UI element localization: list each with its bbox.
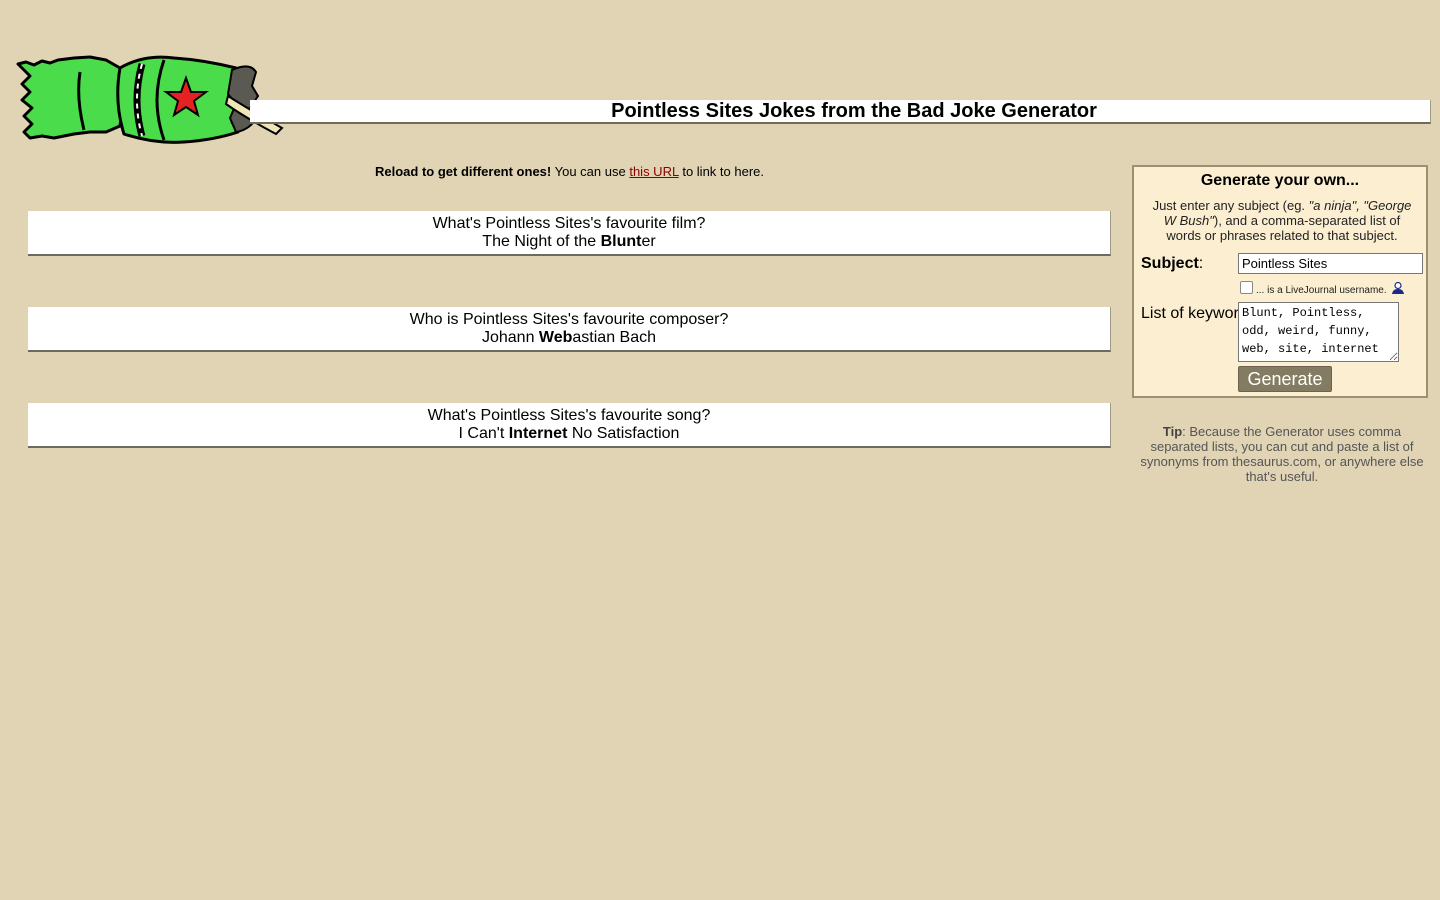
joke-answer: The Night of the Blunter [28,233,1110,251]
subject-input[interactable] [1238,253,1423,274]
page-title: Pointless Sites Jokes from the Bad Joke … [611,100,1097,122]
tip-body: : Because the Generator uses comma separ… [1140,424,1424,484]
generate-button[interactable]: Generate [1238,366,1332,392]
livejournal-user-icon [1391,281,1404,294]
joke-answer: Johann Webastian Bach [28,329,1110,347]
joke-box: What's Pointless Sites's favourite song?… [28,403,1111,448]
reload-text-after: to link to here. [682,164,764,179]
joke-answer-keyword: Blunt [600,233,642,250]
reload-text: You can use [554,164,626,179]
joke-box: Who is Pointless Sites's favourite compo… [28,307,1111,352]
joke-answer: I Can't Internet No Satisfaction [28,425,1110,443]
joke-box: What's Pointless Sites's favourite film?… [28,211,1111,256]
page-title-bar: Pointless Sites Jokes from the Bad Joke … [250,100,1431,124]
joke-answer-post: er [641,233,656,250]
tip-text: Tip: Because the Generator uses comma se… [1134,424,1430,484]
joke-answer-pre: The Night of the [482,233,601,250]
joke-answer-pre: Johann [481,329,539,346]
joke-answer-pre: I Can't [458,425,509,442]
tip-label: Tip [1162,424,1183,439]
livejournal-label: ... is a LiveJournal username. [1256,285,1387,296]
joke-answer-post: No Satisfaction [567,425,680,442]
joke-question: What's Pointless Sites's favourite song? [427,407,711,424]
generator-panel: Generate your own... Just enter any subj… [1132,165,1428,398]
joke-answer-keyword: Web [538,329,573,346]
keywords-textarea[interactable]: Blunt, Pointless, odd, weird, funny, web… [1238,302,1399,362]
subject-label: Subject: [1141,255,1204,272]
reload-notice: Reload to get different ones! You can us… [28,164,1111,180]
generator-description: Just enter any subject (eg. "a ninja", "… [1146,198,1418,243]
joke-answer-keyword: Internet [508,425,568,442]
livejournal-option: ... is a LiveJournal username. [1240,281,1405,299]
reload-bold-text: Reload to get different ones! [375,164,552,179]
permalink-link[interactable]: this URL [629,164,678,179]
joke-question: What's Pointless Sites's favourite film? [432,215,706,232]
joke-question: Who is Pointless Sites's favourite compo… [409,311,729,328]
livejournal-checkbox[interactable] [1240,281,1253,294]
generator-desc-pre: Just enter any subject (eg. [1152,198,1309,213]
subject-label-text: Subject [1141,255,1199,272]
christmas-cracker-logo-icon [16,55,284,144]
joke-answer-post: astian Bach [572,329,657,346]
generator-heading: Generate your own... [1200,172,1360,189]
